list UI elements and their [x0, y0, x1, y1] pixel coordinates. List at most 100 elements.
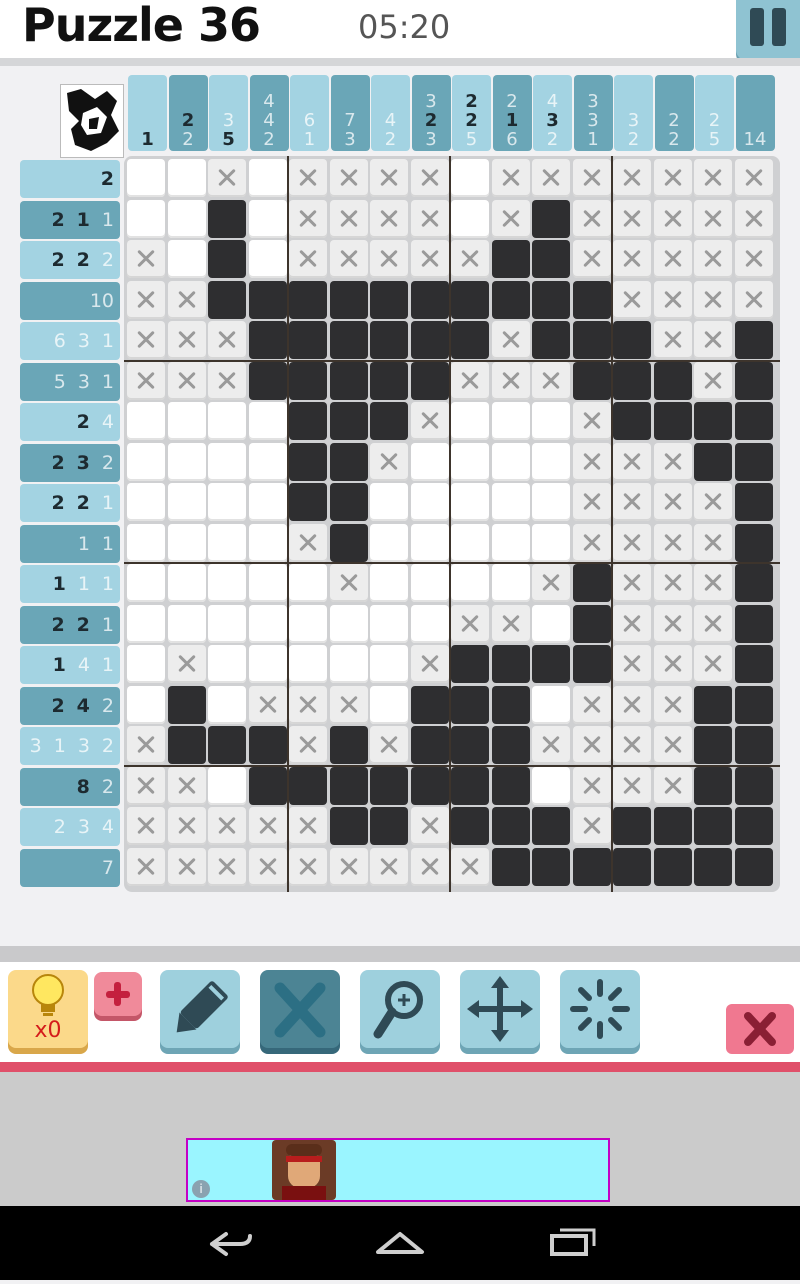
grid-cell-empty[interactable]: [127, 402, 165, 440]
grid-cell-filled[interactable]: [167, 726, 206, 764]
grid-cell-filled[interactable]: [734, 483, 773, 521]
grid-cell-filled[interactable]: [289, 766, 327, 805]
grid-cell-crossed[interactable]: [613, 766, 651, 805]
grid-cell-crossed[interactable]: [127, 726, 165, 764]
grid-cell-filled[interactable]: [572, 604, 611, 643]
grid-cell-crossed[interactable]: [289, 847, 327, 886]
grid-cell-filled[interactable]: [532, 280, 570, 319]
grid-cell-crossed[interactable]: [613, 685, 651, 724]
grid-cell-crossed[interactable]: [167, 321, 206, 359]
grid-cell-crossed[interactable]: [613, 604, 651, 643]
grid-cell-empty[interactable]: [248, 442, 287, 481]
grid-cell-empty[interactable]: [248, 199, 287, 238]
grid-cell-filled[interactable]: [694, 847, 732, 886]
grid-cell-crossed[interactable]: [572, 199, 611, 238]
grid-cell-empty[interactable]: [410, 523, 449, 562]
grid-cell-filled[interactable]: [613, 847, 651, 886]
grid-cell-crossed[interactable]: [734, 240, 773, 278]
grid-cell-crossed[interactable]: [329, 564, 368, 602]
grid-cell-filled[interactable]: [491, 847, 530, 886]
info-icon[interactable]: i: [192, 1180, 210, 1198]
grid-cell-crossed[interactable]: [289, 685, 327, 724]
grid-cell-crossed[interactable]: [208, 847, 246, 886]
grid-cell-crossed[interactable]: [653, 240, 692, 278]
grid-cell-crossed[interactable]: [532, 361, 570, 400]
cross-tool-button[interactable]: [260, 970, 340, 1048]
grid-cell-filled[interactable]: [451, 280, 489, 319]
grid-cell-filled[interactable]: [329, 402, 368, 440]
grid-cell-crossed[interactable]: [532, 564, 570, 602]
grid-cell-filled[interactable]: [329, 442, 368, 481]
grid-cell-crossed[interactable]: [694, 523, 732, 562]
grid-cell-empty[interactable]: [329, 645, 368, 683]
grid-cell-empty[interactable]: [167, 159, 206, 197]
grid-cell-empty[interactable]: [208, 766, 246, 805]
grid-cell-crossed[interactable]: [248, 847, 287, 886]
grid-cell-crossed[interactable]: [167, 847, 206, 886]
grid-cell-crossed[interactable]: [289, 159, 327, 197]
grid-cell-empty[interactable]: [370, 564, 408, 602]
grid-cell-filled[interactable]: [329, 280, 368, 319]
grid-cell-filled[interactable]: [532, 847, 570, 886]
grid-cell-crossed[interactable]: [167, 361, 206, 400]
grid-cell-crossed[interactable]: [410, 807, 449, 845]
grid-cell-empty[interactable]: [451, 483, 489, 521]
grid-cell-crossed[interactable]: [127, 361, 165, 400]
grid-cell-empty[interactable]: [208, 442, 246, 481]
grid-cell-empty[interactable]: [208, 604, 246, 643]
grid-cell-empty[interactable]: [451, 159, 489, 197]
grid-cell-empty[interactable]: [329, 604, 368, 643]
grid-cell-empty[interactable]: [248, 402, 287, 440]
grid-cell-crossed[interactable]: [734, 199, 773, 238]
ad-banner[interactable]: i: [186, 1138, 610, 1202]
grid-cell-crossed[interactable]: [653, 442, 692, 481]
grid-cell-filled[interactable]: [734, 564, 773, 602]
grid-cell-filled[interactable]: [572, 280, 611, 319]
grid-cell-empty[interactable]: [127, 442, 165, 481]
grid-cell-crossed[interactable]: [572, 766, 611, 805]
grid-cell-empty[interactable]: [248, 523, 287, 562]
grid-cell-empty[interactable]: [532, 604, 570, 643]
grid-cell-filled[interactable]: [410, 726, 449, 764]
grid-cell-filled[interactable]: [248, 361, 287, 400]
grid-cell-crossed[interactable]: [734, 159, 773, 197]
grid-cell-filled[interactable]: [653, 847, 692, 886]
grid-cell-empty[interactable]: [248, 240, 287, 278]
grid-cell-empty[interactable]: [167, 442, 206, 481]
grid-cell-filled[interactable]: [572, 361, 611, 400]
grid-cell-empty[interactable]: [248, 564, 287, 602]
grid-cell-empty[interactable]: [491, 442, 530, 481]
grid-cell-crossed[interactable]: [329, 240, 368, 278]
grid-cell-empty[interactable]: [127, 483, 165, 521]
grid-cell-crossed[interactable]: [329, 847, 368, 886]
grid-cell-filled[interactable]: [370, 361, 408, 400]
grid-cell-filled[interactable]: [289, 321, 327, 359]
grid-cell-filled[interactable]: [289, 483, 327, 521]
grid-cell-crossed[interactable]: [410, 199, 449, 238]
grid-cell-empty[interactable]: [248, 645, 287, 683]
grid-cell-empty[interactable]: [208, 685, 246, 724]
grid-cell-crossed[interactable]: [694, 483, 732, 521]
grid-cell-crossed[interactable]: [653, 564, 692, 602]
grid-cell-crossed[interactable]: [451, 240, 489, 278]
grid-cell-filled[interactable]: [451, 726, 489, 764]
grid-cell-filled[interactable]: [532, 321, 570, 359]
grid-cell-crossed[interactable]: [572, 726, 611, 764]
grid-cell-filled[interactable]: [248, 726, 287, 764]
back-icon[interactable]: [210, 1232, 252, 1256]
grid-cell-crossed[interactable]: [532, 159, 570, 197]
grid-cell-crossed[interactable]: [127, 847, 165, 886]
grid-cell-filled[interactable]: [734, 645, 773, 683]
grid-cell-crossed[interactable]: [451, 604, 489, 643]
grid-cell-filled[interactable]: [451, 807, 489, 845]
clear-button[interactable]: [726, 1004, 794, 1054]
grid-cell-filled[interactable]: [532, 240, 570, 278]
grid-cell-empty[interactable]: [127, 645, 165, 683]
grid-cell-filled[interactable]: [370, 280, 408, 319]
grid-cell-filled[interactable]: [734, 361, 773, 400]
grid-cell-crossed[interactable]: [694, 604, 732, 643]
grid-cell-crossed[interactable]: [127, 807, 165, 845]
grid-cell-crossed[interactable]: [572, 807, 611, 845]
grid-cell-filled[interactable]: [208, 199, 246, 238]
grid-cell-empty[interactable]: [532, 442, 570, 481]
